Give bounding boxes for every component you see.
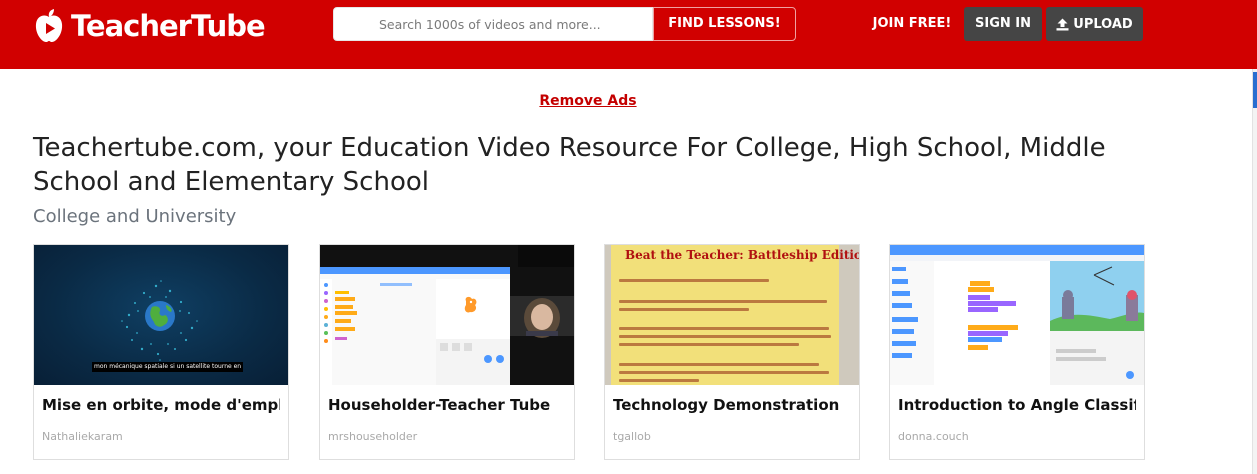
scratch-editor-screenshot <box>320 245 574 385</box>
poster-title: Beat the Teacher: Battleship Edition <box>625 248 859 262</box>
upload-button[interactable]: UPLOAD <box>1046 7 1143 41</box>
video-card[interactable]: Introduction to Angle Classification don… <box>889 244 1145 460</box>
video-thumbnail[interactable] <box>890 245 1144 385</box>
video-card[interactable]: Householder-Teacher Tube mrshouseholder <box>319 244 575 460</box>
apple-play-icon <box>35 9 63 42</box>
page-title: Teachertube.com, your Education Video Re… <box>33 133 1106 197</box>
poster-text-line <box>619 300 827 303</box>
scrollbar-track[interactable] <box>1252 69 1257 474</box>
poster-text-line <box>619 279 769 282</box>
video-card[interactable]: mon mécanique spatiale si un satellite t… <box>33 244 289 460</box>
video-author[interactable]: tgallob <box>613 430 651 443</box>
upload-icon <box>1056 18 1069 30</box>
site-header: TeacherTube FIND LESSONS! JOIN FREE! SIG… <box>0 0 1257 69</box>
video-thumbnail[interactable]: Beat the Teacher: Battleship Edition <box>605 245 859 385</box>
video-thumbnail[interactable] <box>320 245 574 385</box>
video-thumbnail[interactable]: mon mécanique spatiale si un satellite t… <box>34 245 288 385</box>
find-lessons-button[interactable]: FIND LESSONS! <box>653 7 796 41</box>
poster-text-line <box>619 371 829 374</box>
upload-label: UPLOAD <box>1073 16 1133 32</box>
poster-text-line <box>619 327 829 330</box>
scrollbar-thumb[interactable] <box>1253 72 1257 108</box>
poster-text-line <box>619 335 831 338</box>
remove-ads-link[interactable]: Remove Ads <box>0 93 1176 109</box>
battleship-poster: Beat the Teacher: Battleship Edition <box>611 245 859 385</box>
video-author[interactable]: donna.couch <box>898 430 969 443</box>
logo-text: TeacherTube <box>71 9 266 43</box>
poster-text-line <box>619 363 819 366</box>
search-input[interactable] <box>333 7 653 41</box>
video-title[interactable]: Householder-Teacher Tube <box>328 396 566 414</box>
video-title[interactable]: Introduction to Angle Classification <box>898 396 1136 414</box>
video-subtitle: mon mécanique spatiale si un satellite t… <box>92 362 244 372</box>
video-title[interactable]: Mise en orbite, mode d'emploi ! <box>42 396 280 414</box>
video-card[interactable]: Beat the Teacher: Battleship Edition Tec… <box>604 244 860 460</box>
site-logo[interactable]: TeacherTube <box>33 4 266 48</box>
video-author[interactable]: Nathaliekaram <box>42 430 123 443</box>
poster-text-line <box>619 343 799 346</box>
video-author[interactable]: mrshouseholder <box>328 430 417 443</box>
section-heading: College and University <box>33 206 237 227</box>
poster-text-line <box>619 379 699 382</box>
scratch-editor-screenshot <box>890 245 1144 385</box>
join-free-button[interactable]: JOIN FREE! <box>870 7 954 41</box>
poster-text-line <box>619 308 749 311</box>
video-title[interactable]: Technology Demonstration <box>613 396 851 414</box>
sign-in-button[interactable]: SIGN IN <box>964 7 1042 41</box>
